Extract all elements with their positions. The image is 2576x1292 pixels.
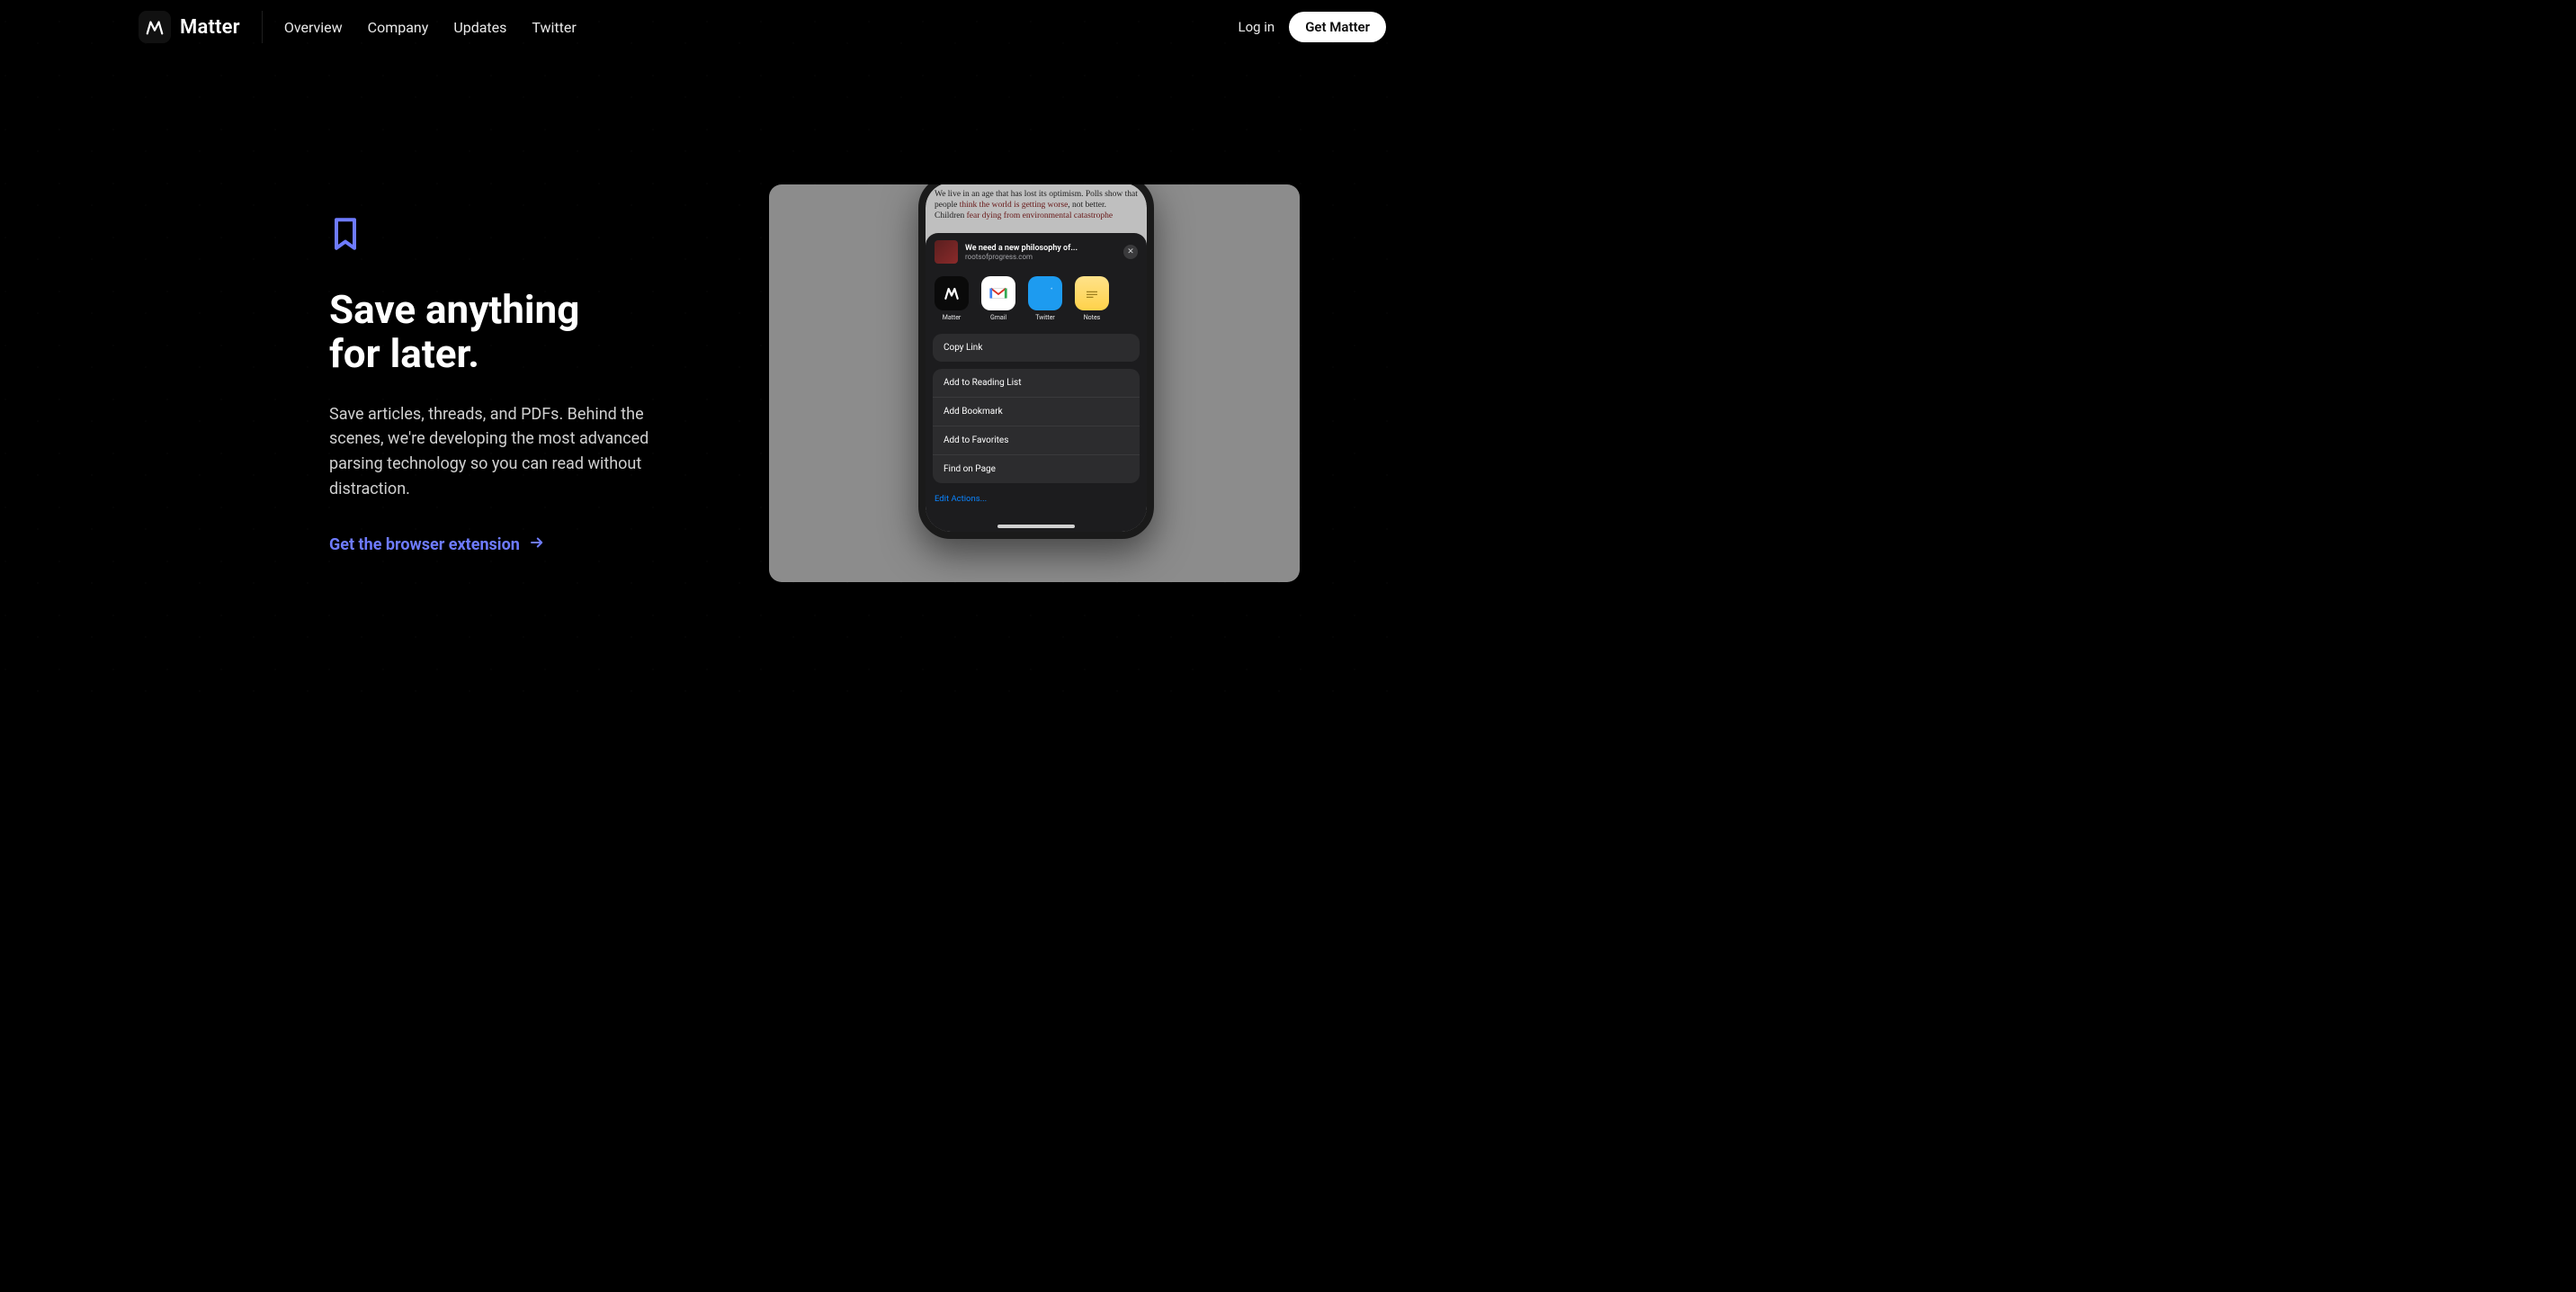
brand-logo-icon [139,11,171,43]
share-app-gmail[interactable]: Gmail [981,276,1015,321]
share-app-label: Matter [943,314,962,321]
browser-extension-link[interactable]: Get the browser extension [329,534,545,555]
nav-twitter[interactable]: Twitter [532,19,576,36]
share-apps-row: Matter Gmail Twitter [926,271,1147,328]
brand-name: Matter [180,16,240,39]
share-action-add-bookmark[interactable]: Add Bookmark [933,397,1140,426]
nav-company[interactable]: Company [368,19,429,36]
share-action-add-reading-list[interactable]: Add to Reading List [933,369,1140,397]
hero-body: Save articles, threads, and PDFs. Behind… [329,402,653,503]
browser-extension-link-label: Get the browser extension [329,535,520,554]
notes-app-icon [1075,276,1109,310]
site-header: Matter Overview Company Updates Twitter … [0,7,1408,47]
get-matter-button[interactable]: Get Matter [1289,12,1386,42]
share-action-add-favorites[interactable]: Add to Favorites [933,426,1140,454]
twitter-app-icon [1028,276,1062,310]
phone-mockup: We live in an age that has lost its opti… [918,184,1154,539]
share-title: We need a new philosophy of... [965,244,1116,253]
share-thumbnail [935,240,958,264]
hero-media-panel: We live in an age that has lost its opti… [769,184,1300,582]
share-action-find-on-page[interactable]: Find on Page [933,454,1140,483]
share-app-matter[interactable]: Matter [935,276,969,321]
share-action-group: Copy Link [933,334,1140,362]
share-action-group: Add to Reading List Add Bookmark Add to … [933,369,1140,483]
primary-nav: Overview Company Updates Twitter [263,19,577,36]
matter-app-icon [935,276,969,310]
share-app-label: Notes [1084,314,1101,321]
nav-updates[interactable]: Updates [453,19,506,36]
share-action-copy-link[interactable]: Copy Link [933,334,1140,362]
hero-left: Save anything for later. Save articles, … [329,216,653,555]
share-app-notes[interactable]: Notes [1075,276,1109,321]
nav-overview[interactable]: Overview [284,19,343,36]
share-app-label: Twitter [1035,314,1055,321]
share-edit-actions[interactable]: Edit Actions... [926,490,1147,513]
brand[interactable]: Matter [139,11,263,43]
close-icon[interactable]: ✕ [1123,245,1138,259]
arrow-right-icon [529,534,545,555]
header-right: Log in Get Matter [1238,12,1386,42]
hero-headline: Save anything for later. [329,288,653,377]
share-app-twitter[interactable]: Twitter [1028,276,1062,321]
share-sheet-header: We need a new philosophy of... rootsofpr… [926,233,1147,271]
login-link[interactable]: Log in [1238,19,1275,35]
gmail-app-icon [981,276,1015,310]
share-source: rootsofprogress.com [965,253,1116,261]
home-indicator [997,525,1075,528]
bookmark-icon [329,216,362,252]
share-app-label: Gmail [990,314,1006,321]
ios-share-sheet: We need a new philosophy of... rootsofpr… [926,233,1147,532]
